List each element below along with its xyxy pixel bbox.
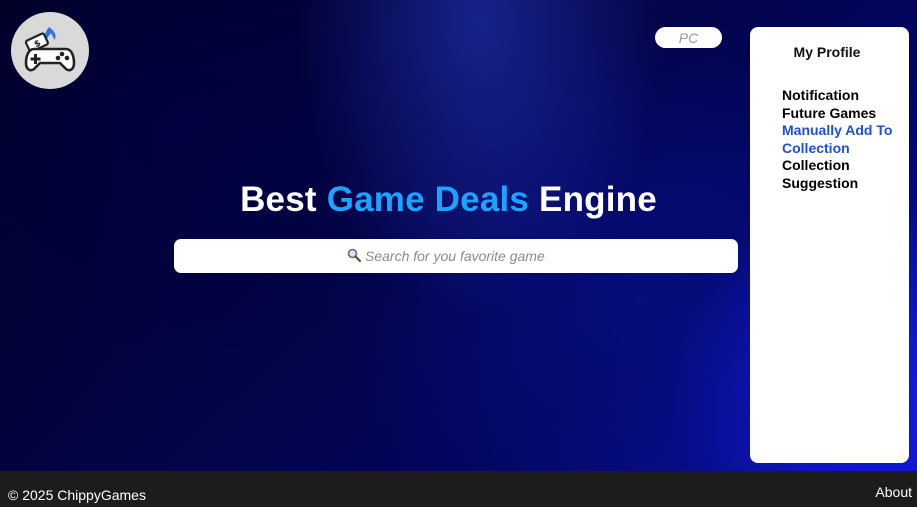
headline-accent: Game Deals bbox=[326, 180, 530, 219]
platform-selector[interactable]: PC bbox=[655, 27, 722, 48]
about-link[interactable]: About bbox=[875, 484, 912, 500]
copyright-text: © 2025 ChippyGames bbox=[8, 487, 146, 503]
search-input[interactable] bbox=[365, 248, 565, 264]
magnifier-icon bbox=[347, 248, 362, 265]
app-logo[interactable]: $ bbox=[11, 12, 89, 89]
menu-item-future-games[interactable]: Future Games bbox=[782, 105, 907, 123]
menu-item-notification[interactable]: Notification bbox=[782, 87, 907, 105]
search-bar[interactable] bbox=[174, 239, 738, 273]
profile-title[interactable]: My Profile bbox=[750, 44, 904, 60]
headline-prefix: Best bbox=[240, 180, 317, 219]
menu-item-suggestion[interactable]: Suggestion bbox=[782, 175, 907, 193]
headline-suffix: Engine bbox=[539, 180, 657, 219]
gamepad-price-tag-flame-icon: $ bbox=[24, 26, 76, 71]
profile-panel: My Profile Notification Future Games Man… bbox=[750, 27, 909, 463]
footer: © 2025 ChippyGames About bbox=[0, 471, 917, 507]
menu-item-manually-add[interactable]: Manually Add To Collection bbox=[782, 122, 907, 157]
platform-label: PC bbox=[678, 29, 699, 46]
menu-item-collection[interactable]: Collection bbox=[782, 157, 907, 175]
profile-menu: Notification Future Games Manually Add T… bbox=[782, 87, 907, 192]
